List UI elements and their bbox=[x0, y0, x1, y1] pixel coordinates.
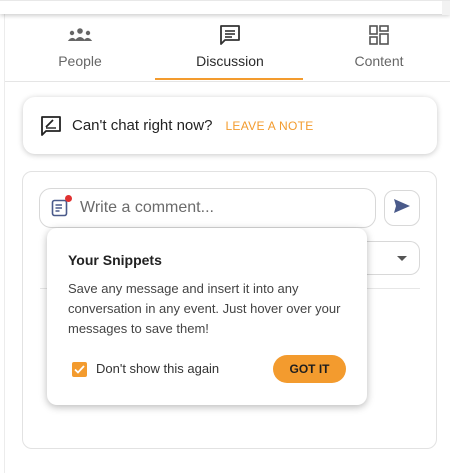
people-icon bbox=[67, 24, 93, 46]
discussion-icon bbox=[219, 24, 241, 46]
active-tab-indicator bbox=[155, 78, 303, 80]
tab-content-label: Content bbox=[354, 53, 404, 69]
dont-show-checkbox[interactable] bbox=[72, 362, 87, 377]
snippets-popover: Your Snippets Save any message and inser… bbox=[47, 228, 367, 405]
tab-people[interactable]: People bbox=[25, 14, 135, 81]
checkmark-icon bbox=[74, 361, 85, 379]
tab-bar: People Discussion Content bbox=[5, 14, 450, 82]
chevron-down-icon bbox=[397, 256, 407, 261]
comment-input[interactable] bbox=[80, 199, 360, 217]
note-text: Can't chat right now? bbox=[72, 117, 213, 134]
leave-note-card: Can't chat right now? LEAVE A NOTE bbox=[23, 97, 437, 154]
note-pen-icon bbox=[40, 115, 62, 137]
comment-box[interactable] bbox=[39, 188, 376, 228]
send-icon bbox=[393, 198, 411, 219]
top-bar bbox=[0, 0, 450, 15]
tab-discussion[interactable]: Discussion bbox=[155, 14, 305, 81]
popover-title: Your Snippets bbox=[68, 252, 162, 268]
tab-content[interactable]: Content bbox=[323, 14, 435, 81]
popover-body: Save any message and insert it into any … bbox=[68, 281, 341, 336]
notification-dot bbox=[65, 195, 72, 202]
snippets-icon[interactable] bbox=[51, 195, 72, 217]
tab-people-label: People bbox=[58, 53, 102, 69]
left-rule bbox=[4, 14, 5, 473]
got-it-button[interactable]: GOT IT bbox=[273, 355, 346, 383]
send-button[interactable] bbox=[384, 190, 420, 226]
content-grid-icon bbox=[369, 24, 389, 46]
tab-discussion-label: Discussion bbox=[196, 53, 264, 69]
top-bar-edge bbox=[442, 1, 450, 15]
dont-show-label[interactable]: Don't show this again bbox=[96, 361, 219, 376]
leave-note-link[interactable]: LEAVE A NOTE bbox=[225, 119, 313, 133]
